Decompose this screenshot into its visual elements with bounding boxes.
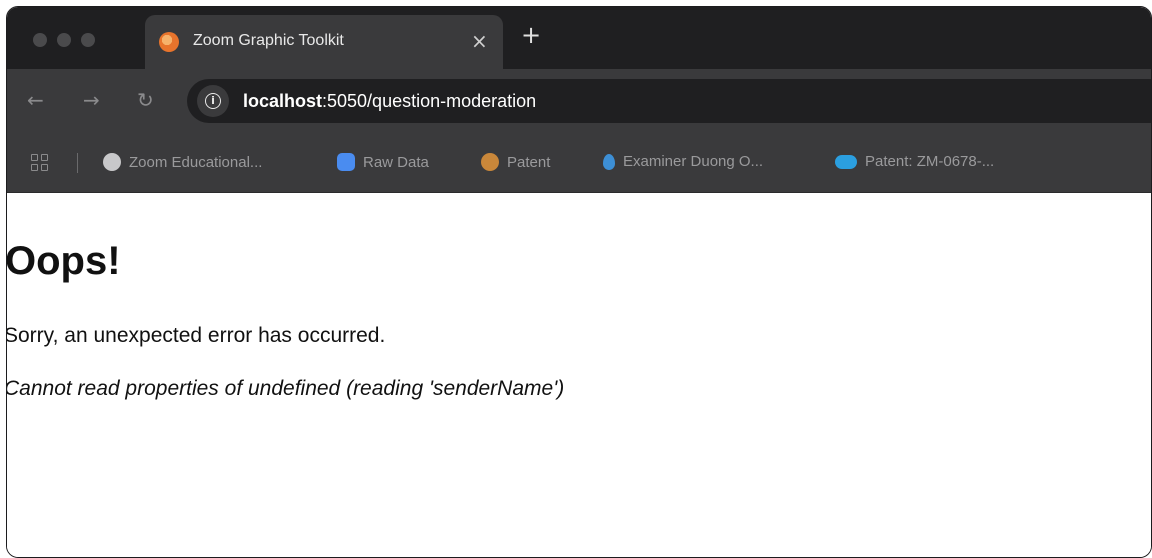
zoom-video-icon [337,153,355,171]
salesforce-cloud-icon [835,154,857,169]
bookmark-label: Raw Data [363,153,429,171]
url-text[interactable]: localhost:5050/question-moderation [243,91,536,112]
droplet-icon [603,153,615,170]
maximize-window-button[interactable] [81,33,95,47]
globe-icon [103,153,121,171]
address-bar[interactable]: i localhost:5050/question-moderation [187,79,1151,123]
bookmark-label: Patent: ZM-0678-... [865,153,995,170]
minimize-window-button[interactable] [57,33,71,47]
bookmark-label: Examiner Duong O... [623,153,764,170]
tab-strip: Zoom Graphic Toolkit × + [7,7,1151,69]
zoom-toolkit-favicon-icon [159,32,179,52]
bookmark-patent[interactable]: Patent [481,153,550,171]
bookmarks-divider [77,153,78,173]
apps-grid-icon[interactable] [31,154,49,172]
close-window-button[interactable] [33,33,47,47]
bookmark-zoom-educational[interactable]: Zoom Educational... [103,153,262,171]
tab-zoom-graphic-toolkit[interactable]: Zoom Graphic Toolkit × [145,15,503,69]
bookmark-label: Patent [507,153,551,171]
site-info-button[interactable]: i [197,85,229,117]
window-controls [33,33,95,47]
bookmarks-bar: Zoom Educational... Raw Data Patent Exam… [7,133,1151,193]
info-icon: i [205,93,221,109]
back-button[interactable]: ← [27,89,44,111]
bookmark-raw-data[interactable]: Raw Data [337,153,429,171]
page-content: Oops! Sorry, an unexpected error has occ… [7,193,1151,557]
bookmark-patent-zm[interactable]: Patent: ZM-0678-... [835,153,994,170]
browser-toolbar: ← → ↻ i localhost:5050/question-moderati… [7,69,1151,133]
error-detail: Cannot read properties of undefined (rea… [6,377,565,400]
tab-title: Zoom Graphic Toolkit [193,32,344,49]
browser-window: Zoom Graphic Toolkit × + ← → ↻ i localho… [6,6,1152,558]
bookmark-examiner-duong[interactable]: Examiner Duong O... [603,153,763,170]
reload-button[interactable]: ↻ [137,89,154,111]
error-message: Sorry, an unexpected error has occurred. [6,324,386,347]
url-path: :5050/question-moderation [322,91,537,111]
url-host: localhost [243,91,323,111]
forward-button[interactable]: → [83,89,100,111]
tab-close-icon[interactable]: × [471,29,488,53]
new-tab-button[interactable]: + [521,22,541,48]
patent-icon [481,153,499,171]
error-heading: Oops! [6,239,121,283]
bookmark-label: Zoom Educational... [129,153,263,171]
